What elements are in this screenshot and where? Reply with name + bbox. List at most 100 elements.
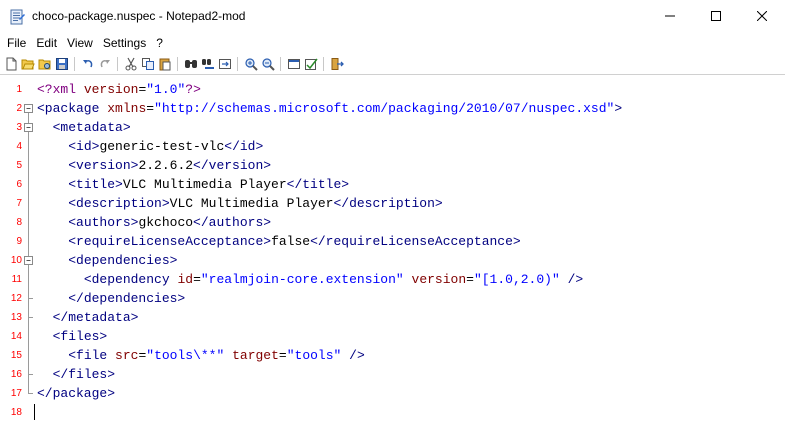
menu-edit[interactable]: Edit <box>31 33 62 53</box>
code-token: id <box>177 272 194 287</box>
code-line[interactable]: </files> <box>37 365 115 384</box>
code-token: "realmjoin-core.extension" <box>200 272 404 287</box>
goto-button[interactable] <box>216 55 233 72</box>
zoom-out-button[interactable] <box>259 55 276 72</box>
redo-button[interactable] <box>96 55 113 72</box>
maximize-icon <box>711 11 721 21</box>
title-bar[interactable]: choco-package.nuspec - Notepad2-mod <box>0 0 785 33</box>
toolbar-separator <box>237 56 238 71</box>
close-button[interactable] <box>739 0 785 32</box>
code-token: </id> <box>224 139 264 154</box>
code-token: 2.2.6.2 <box>138 158 194 173</box>
menu-file[interactable]: File <box>2 33 31 53</box>
save-button[interactable] <box>53 55 70 72</box>
cut-button[interactable] <box>122 55 139 72</box>
open-folder-icon <box>21 57 35 71</box>
code-line[interactable]: <description>VLC Multimedia Player</desc… <box>37 194 443 213</box>
code-line[interactable]: <title>VLC Multimedia Player</title> <box>37 175 349 194</box>
code-token: </version> <box>193 158 272 173</box>
fold-margin[interactable] <box>0 75 34 446</box>
toolbar-separator <box>323 56 324 71</box>
code-line[interactable]: <version>2.2.6.2</version> <box>37 156 271 175</box>
code-token: /> <box>349 348 365 363</box>
code-token: <file <box>68 348 108 363</box>
find-button[interactable] <box>182 55 199 72</box>
menu-settings[interactable]: Settings <box>98 33 151 53</box>
code-token: <authors> <box>68 215 139 230</box>
view-button[interactable] <box>285 55 302 72</box>
code-line[interactable]: <requireLicenseAcceptance>false</require… <box>37 232 521 251</box>
close-icon <box>757 11 767 21</box>
replace-button[interactable] <box>199 55 216 72</box>
maximize-button[interactable] <box>693 0 739 32</box>
code-token: <dependency <box>83 272 170 287</box>
code-token: "[1.0,2.0)" <box>473 272 560 287</box>
code-token: ?> <box>185 82 201 97</box>
line-number-gutter: 1 2 3 4 5 6 7 8 9 10 11 12 13 14 15 16 17 18 <box>0 75 34 446</box>
exit-icon <box>330 57 344 71</box>
code-line[interactable]: <dependency id="realmjoin-core.extension… <box>37 270 583 289</box>
code-token: version <box>411 272 467 287</box>
code-line[interactable]: <package xmlns="http://schemas.microsoft… <box>37 99 622 118</box>
find-icon <box>184 57 198 71</box>
code-line[interactable]: </dependencies> <box>37 289 185 308</box>
code-token: <description> <box>68 196 170 211</box>
code-token: </dependencies> <box>68 291 186 306</box>
toolbar-separator <box>177 56 178 71</box>
settings-button[interactable] <box>302 55 319 72</box>
code-token: </description> <box>333 196 443 211</box>
copy-icon <box>141 57 155 71</box>
editor[interactable]: 1 2 3 4 5 6 7 8 9 10 11 12 13 14 15 16 17 18 <?xml versio… <box>0 74 785 446</box>
code-line[interactable]: <authors>gkchoco</authors> <box>37 213 271 232</box>
toolbar-separator <box>280 56 281 71</box>
code-token: </metadata> <box>52 310 139 325</box>
copy-button[interactable] <box>139 55 156 72</box>
code-line[interactable]: <files> <box>37 327 108 346</box>
minimize-button[interactable] <box>647 0 693 32</box>
code-token: VLC Multimedia Player <box>169 196 334 211</box>
code-token: "1.0" <box>146 82 186 97</box>
code-token: generic-test-vlc <box>99 139 225 154</box>
menu-help[interactable]: ? <box>151 33 168 53</box>
code-area[interactable]: <?xml version="1.0"?> <package xmlns="htt… <box>34 75 785 446</box>
replace-icon <box>201 57 215 71</box>
code-token: <title> <box>68 177 123 192</box>
code-token: gkchoco <box>138 215 194 230</box>
menu-view[interactable]: View <box>62 33 98 53</box>
code-line[interactable]: <file src="tools\**" target="tools" /> <box>37 346 365 365</box>
code-line[interactable]: <metadata> <box>37 118 131 137</box>
toolbar-separator <box>117 56 118 71</box>
zoom-in-icon <box>244 57 258 71</box>
toolbar-separator <box>74 56 75 71</box>
new-file-button[interactable] <box>2 55 19 72</box>
code-token: </authors> <box>193 215 272 230</box>
code-line[interactable]: <id>generic-test-vlc</id> <box>37 137 263 156</box>
exit-button[interactable] <box>328 55 345 72</box>
code-token: src <box>115 348 139 363</box>
code-line[interactable]: <dependencies> <box>37 251 177 270</box>
code-line[interactable]: </metadata> <box>37 308 139 327</box>
code-token: xmlns <box>107 101 147 116</box>
code-token: > <box>614 101 623 116</box>
open-button[interactable] <box>19 55 36 72</box>
paste-button[interactable] <box>156 55 173 72</box>
zoom-in-button[interactable] <box>242 55 259 72</box>
undo-button[interactable] <box>79 55 96 72</box>
code-line[interactable]: <?xml version="1.0"?> <box>37 80 201 99</box>
code-line[interactable]: </package> <box>37 384 115 403</box>
text-caret <box>34 404 35 420</box>
goto-icon <box>218 57 232 71</box>
code-token: "http://schemas.microsoft.com/packaging/… <box>154 101 615 116</box>
browse-button[interactable] <box>36 55 53 72</box>
code-token: = <box>278 348 287 363</box>
cut-icon <box>124 57 138 71</box>
